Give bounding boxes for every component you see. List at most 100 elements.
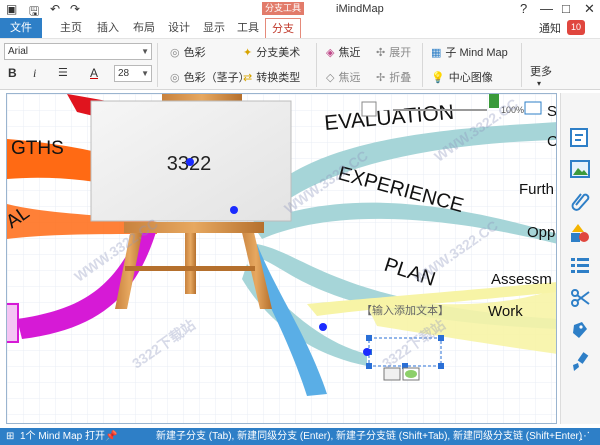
title-bar: ▣ 🖫 ↶ ↷ 分支工具 iMindMap ? — □ ✕	[0, 0, 600, 18]
ribbon: Arial ▼ B i ☰ A 28 ▼ ◎ 色彩 ◎ 色彩（茎子） ✦ 分支美术 ⇄…	[0, 38, 600, 90]
sub-mindmap-button[interactable]: ▦ 子 Mind Map	[431, 44, 508, 60]
pin-icon[interactable]: 📌	[105, 428, 117, 445]
align-icon[interactable]: ☰	[58, 66, 68, 79]
branch-color-button[interactable]: ◎ 色彩	[170, 44, 206, 60]
easel-leg-center	[185, 224, 196, 294]
palette-icon: ◎	[170, 72, 180, 84]
convert-type-button[interactable]: ⇄ 转换类型	[243, 69, 300, 85]
convert-type-label: 转换类型	[256, 72, 301, 84]
attachment-icon[interactable]	[569, 189, 591, 211]
branch-magenta-node[interactable]	[7, 303, 19, 343]
selection-handle[interactable]	[366, 335, 372, 341]
sub-mindmap-icon: ▦	[431, 47, 442, 59]
font-size-select[interactable]: 28 ▼	[114, 65, 152, 82]
branch-label-further[interactable]: Furth	[519, 181, 554, 198]
list-icon[interactable]	[569, 255, 591, 277]
focus-in-icon: ◈	[326, 47, 335, 59]
edit-notes-icon[interactable]	[569, 126, 591, 148]
expand-icon: ✣	[376, 47, 386, 59]
branch-art-button[interactable]: ✦ 分支美术	[243, 44, 300, 60]
shape-oval-icon	[405, 370, 417, 378]
branch-label-opp[interactable]: Opp	[527, 224, 555, 241]
tag-icon[interactable]	[569, 319, 591, 341]
scissors-icon[interactable]	[569, 287, 591, 309]
font-size-value: 28	[118, 68, 130, 79]
window-title: iMindMap	[336, 3, 384, 15]
context-tab-label: 分支工具	[262, 2, 304, 15]
tab-view[interactable]: 显示	[201, 18, 227, 38]
expand-button[interactable]: ✣ 展开	[376, 44, 411, 60]
tab-insert[interactable]: 插入	[95, 18, 121, 38]
undo-icon[interactable]: ↶	[50, 2, 60, 16]
focus-in-button[interactable]: ◈ 焦近	[326, 44, 360, 60]
restore-button[interactable]: □	[562, 1, 570, 16]
app-menu-icon[interactable]: ▣	[6, 2, 17, 16]
chevron-down-icon: ▼	[141, 47, 149, 56]
branch-color-stem-label: 色彩（茎子）	[183, 72, 250, 84]
palette-icon: ◎	[170, 47, 180, 59]
lightbulb-icon: 💡	[431, 72, 445, 84]
notification-count-badge[interactable]: 10	[567, 20, 585, 35]
tab-design[interactable]: 设计	[166, 18, 192, 38]
font-family-value: Arial	[8, 46, 29, 57]
branch-label-c[interactable]: C	[547, 133, 557, 150]
ribbon-divider	[157, 43, 158, 87]
font-family-select[interactable]: Arial ▼	[4, 43, 152, 60]
mindmap-canvas[interactable]: 3322 GTHS AL EVALUATION EXPERIENCE PLAN …	[6, 93, 557, 424]
branch-art-icon: ✦	[243, 47, 253, 59]
notifications-label[interactable]: 通知	[539, 20, 561, 36]
zoom-fit-icon[interactable]	[361, 101, 377, 117]
help-button[interactable]: ?	[520, 1, 527, 16]
selection-handle[interactable]	[366, 363, 372, 369]
close-button[interactable]: ✕	[584, 1, 595, 17]
tab-branch[interactable]: 分支	[265, 18, 301, 38]
selection-handle[interactable]	[438, 363, 444, 369]
convert-icon: ⇄	[243, 72, 253, 84]
redo-icon[interactable]: ↷	[70, 2, 80, 16]
ribbon-divider	[316, 43, 317, 87]
branch-color-label: 色彩	[183, 47, 206, 59]
open-maps-status: 1个 Mind Map 打开	[20, 431, 106, 442]
collapse-icon: ✢	[376, 72, 386, 84]
expand-icon[interactable]: ⊞	[6, 428, 14, 445]
handle-dot[interactable]	[363, 348, 371, 356]
collapse-button[interactable]: ✢ 折叠	[376, 69, 411, 85]
chevron-down-icon: ▼	[141, 69, 149, 78]
tab-file[interactable]: 文件	[0, 18, 42, 38]
view-mode-icon[interactable]	[524, 101, 542, 115]
branch-label-s[interactable]: S	[547, 103, 557, 120]
italic-button[interactable]: i	[33, 66, 36, 81]
ribbon-divider	[422, 43, 423, 87]
shapes-icon[interactable]	[569, 222, 591, 244]
tab-home[interactable]: 主页	[58, 18, 84, 38]
center-image-label: 中心图像	[448, 72, 493, 84]
branch-label-work[interactable]: Work	[488, 303, 523, 320]
handle-dot[interactable]	[230, 206, 238, 214]
keyboard-hint: 新建子分支 (Tab), 新建同级分支 (Enter), 新建子分支链 (Shi…	[156, 431, 583, 442]
ribbon-tabs: 文件 主页 插入 布局 设计 显示 工具 分支 通知 10	[0, 18, 600, 38]
ribbon-divider	[521, 43, 522, 87]
handle-dot[interactable]	[186, 158, 194, 166]
chevron-down-icon[interactable]: ▾	[537, 79, 541, 88]
more-button[interactable]: 更多	[530, 63, 552, 79]
resize-grip-icon[interactable]: ⋰	[580, 428, 590, 445]
image-icon[interactable]	[569, 158, 591, 180]
expand-label: 展开	[389, 47, 412, 59]
handle-dot[interactable]	[319, 323, 327, 331]
branch-label-assess[interactable]: Assessm	[491, 271, 552, 288]
paint-brush-icon[interactable]	[569, 351, 591, 373]
tab-tools[interactable]: 工具	[235, 18, 261, 38]
easel-crossbar	[125, 266, 255, 271]
branch-color-stem-button[interactable]: ◎ 色彩（茎子）	[170, 69, 250, 85]
minimize-button[interactable]: —	[540, 1, 553, 16]
focus-out-button[interactable]: ◇ 焦远	[326, 69, 360, 85]
font-color-button[interactable]: A	[90, 66, 98, 80]
branch-art-label: 分支美术	[256, 47, 301, 59]
zoom-out-icon[interactable]: −	[383, 105, 389, 117]
branch-label-gths[interactable]: GTHS	[11, 138, 64, 159]
center-image-button[interactable]: 💡 中心图像	[431, 69, 493, 85]
right-sidebar	[560, 93, 600, 424]
status-bar: ⊞ 1个 Mind Map 打开 📌 新建子分支 (Tab), 新建同级分支 (…	[0, 428, 600, 445]
tab-layout[interactable]: 布局	[131, 18, 157, 38]
bold-button[interactable]: B	[8, 66, 17, 80]
